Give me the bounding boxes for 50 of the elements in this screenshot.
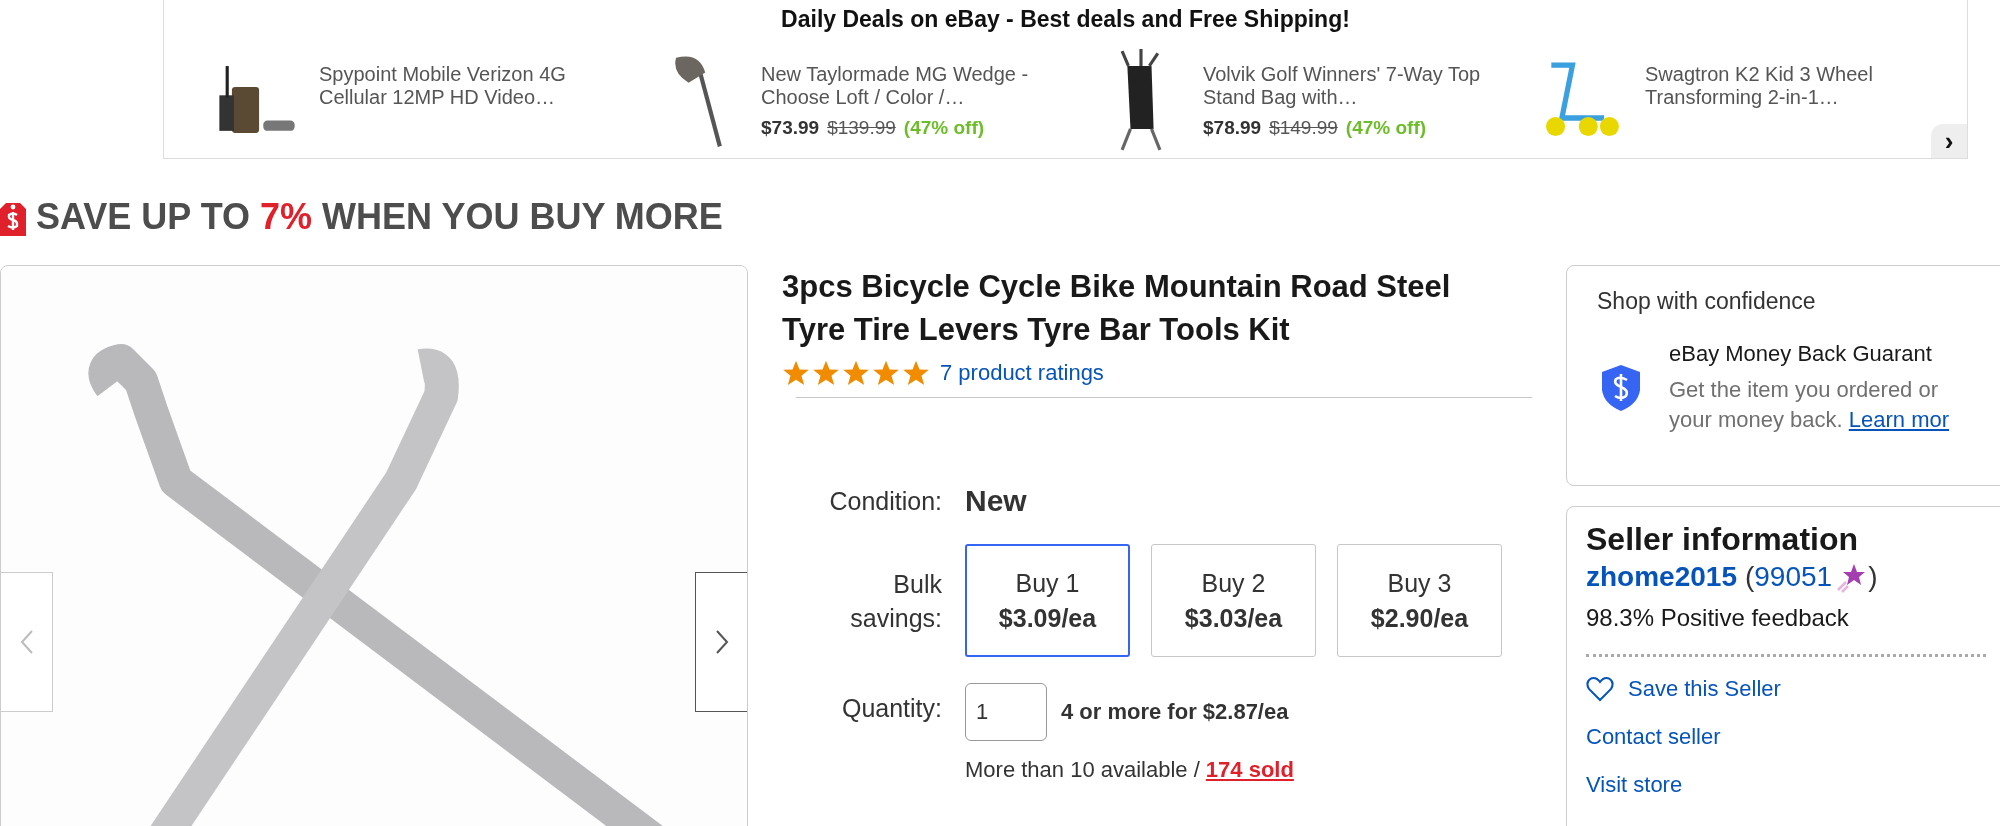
star-icon <box>842 359 870 387</box>
guarantee-text: Get the item you ordered or <box>1669 377 1939 402</box>
learn-more-link[interactable]: Learn mor <box>1848 407 1950 432</box>
star-icon <box>812 359 840 387</box>
card-title: Seller information <box>1586 521 1860 558</box>
discount-label: (47% off) <box>1345 117 1427 139</box>
quantity-offer: 4 or more for $2.87/ea <box>1061 699 1289 725</box>
bulk-savings-label: Bulk savings: <box>849 568 942 634</box>
shield-icon <box>1601 364 1641 412</box>
positive-feedback: 98.3% Positive feedback <box>1586 604 1850 632</box>
condition-value: New <box>965 484 1028 518</box>
seller-name-link[interactable]: zhome2015 <box>1586 561 1737 593</box>
quantity-label: Quantity: <box>840 693 942 724</box>
quantity-field[interactable]: 1 <box>965 683 1047 741</box>
next-button[interactable]: › <box>1931 124 1967 158</box>
star-icon <box>872 359 900 387</box>
parenthesis: ) <box>1868 561 1878 593</box>
chevron-left-icon <box>19 629 34 655</box>
availability-text: More than 10 available / <box>965 757 1200 782</box>
product-title: 3pcs Bicycle Cycle Bike Mountain Road Steel Tyre Tire Levers Tyre Bar Tools Kit <box>782 268 1452 349</box>
save-seller-link[interactable]: Save this Seller <box>1586 671 2000 707</box>
bulk-option[interactable]: Buy 2 $3.03/ea <box>1151 544 1316 657</box>
deal-title-link[interactable]: Swagtron K2 Kid 3 Wheel Transforming 2-in-1… <box>1645 63 1927 109</box>
bulk-option[interactable]: Buy 1 $3.09/ea <box>965 544 1130 657</box>
chevron-right-icon <box>714 629 729 655</box>
guarantee-text: your money back. <box>1669 407 1843 432</box>
deal-title-link[interactable]: New Taylormade MG Wedge - Choose Loft / Color /… <box>761 63 1043 109</box>
star-icon <box>902 359 930 387</box>
sold-link[interactable]: 174 sold <box>1205 757 1294 782</box>
next-image-button[interactable] <box>695 572 747 712</box>
star-icon <box>782 359 810 387</box>
guarantee-title: eBay Money Back Guarant <box>1669 341 1933 367</box>
deal-price: $78.99 <box>1203 117 1262 139</box>
original-price: $149.99 <box>1269 117 1338 139</box>
bulk-option[interactable]: Buy 3 $2.90/ea <box>1337 544 1502 657</box>
original-price: $139.99 <box>827 117 896 139</box>
ratings-link[interactable]: 7 product ratings <box>940 360 1104 386</box>
seller-link[interactable]: Visit store <box>1586 767 2000 803</box>
deal-title-link[interactable]: Volvik Golf Winners' 7-Way Top Stand Bag with… <box>1203 63 1485 109</box>
discount-label: (47% off) <box>903 117 985 139</box>
promo-heading: SAVE UP TO 7% WHEN YOU BUY MORE <box>36 196 723 238</box>
banner-title: Daily Deals on eBay - Best deals and Free Shipping! <box>780 5 1351 33</box>
deal-price: $73.99 <box>761 117 820 139</box>
parenthesis: ( <box>1744 561 1755 593</box>
deal-title-link[interactable]: Spypoint Mobile Verizon 4G Cellular 12MP HD Video… <box>319 63 601 109</box>
seller-link[interactable]: Contact seller <box>1586 719 2000 755</box>
card-title: Shop with confidence <box>1597 288 1817 315</box>
condition-label: Condition: <box>828 486 942 517</box>
feedback-score-link[interactable]: 99051 <box>1754 561 1833 593</box>
heart-icon <box>1586 676 1614 702</box>
